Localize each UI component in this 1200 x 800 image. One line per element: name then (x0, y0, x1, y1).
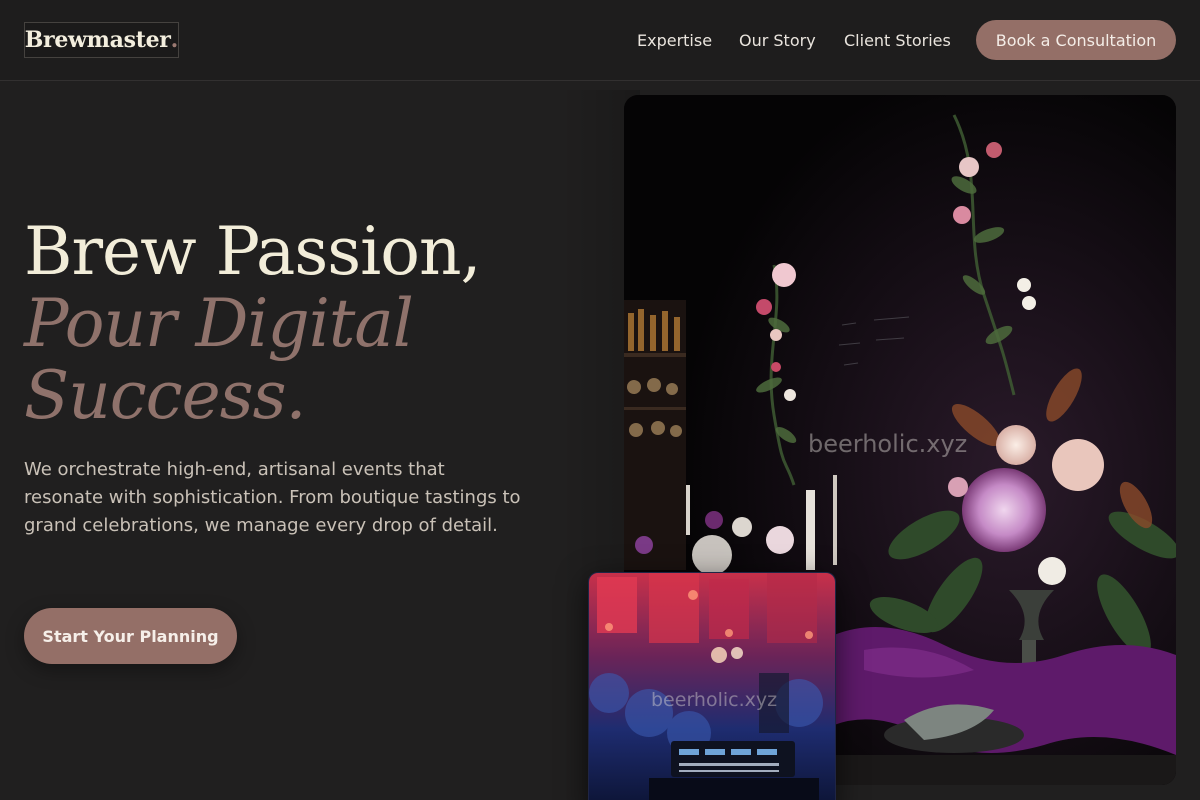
hero-headline: Brew Passion, Pour Digital Success. (24, 213, 481, 434)
brand-logo-dot: . (170, 27, 179, 53)
inset-event-photo: beerholic.xyz (588, 572, 836, 800)
nav-link-our-story[interactable]: Our Story (739, 31, 816, 50)
main-image-watermark: beerholic.xyz (808, 430, 968, 458)
landing-page: Brewmaster. Expertise Our Story Client S… (0, 0, 1200, 800)
brand-logo[interactable]: Brewmaster. (24, 22, 179, 58)
concert-photo-illustration (589, 573, 835, 800)
headline-line-2: Pour Digital (24, 285, 414, 362)
brand-logo-text: Brewmaster (24, 27, 171, 53)
nav-link-client-stories[interactable]: Client Stories (844, 31, 951, 50)
start-planning-button[interactable]: Start Your Planning (24, 608, 237, 664)
nav-link-expertise[interactable]: Expertise (637, 31, 712, 50)
inset-image-watermark: beerholic.xyz (651, 689, 778, 711)
headline-line-1: Brew Passion, (24, 213, 481, 290)
headline-line-3: Success. (24, 357, 306, 434)
hero-intro-text: We orchestrate high-end, artisanal event… (24, 459, 521, 536)
book-consultation-button[interactable]: Book a Consultation (976, 20, 1176, 60)
site-header: Brewmaster. Expertise Our Story Client S… (0, 0, 1200, 81)
